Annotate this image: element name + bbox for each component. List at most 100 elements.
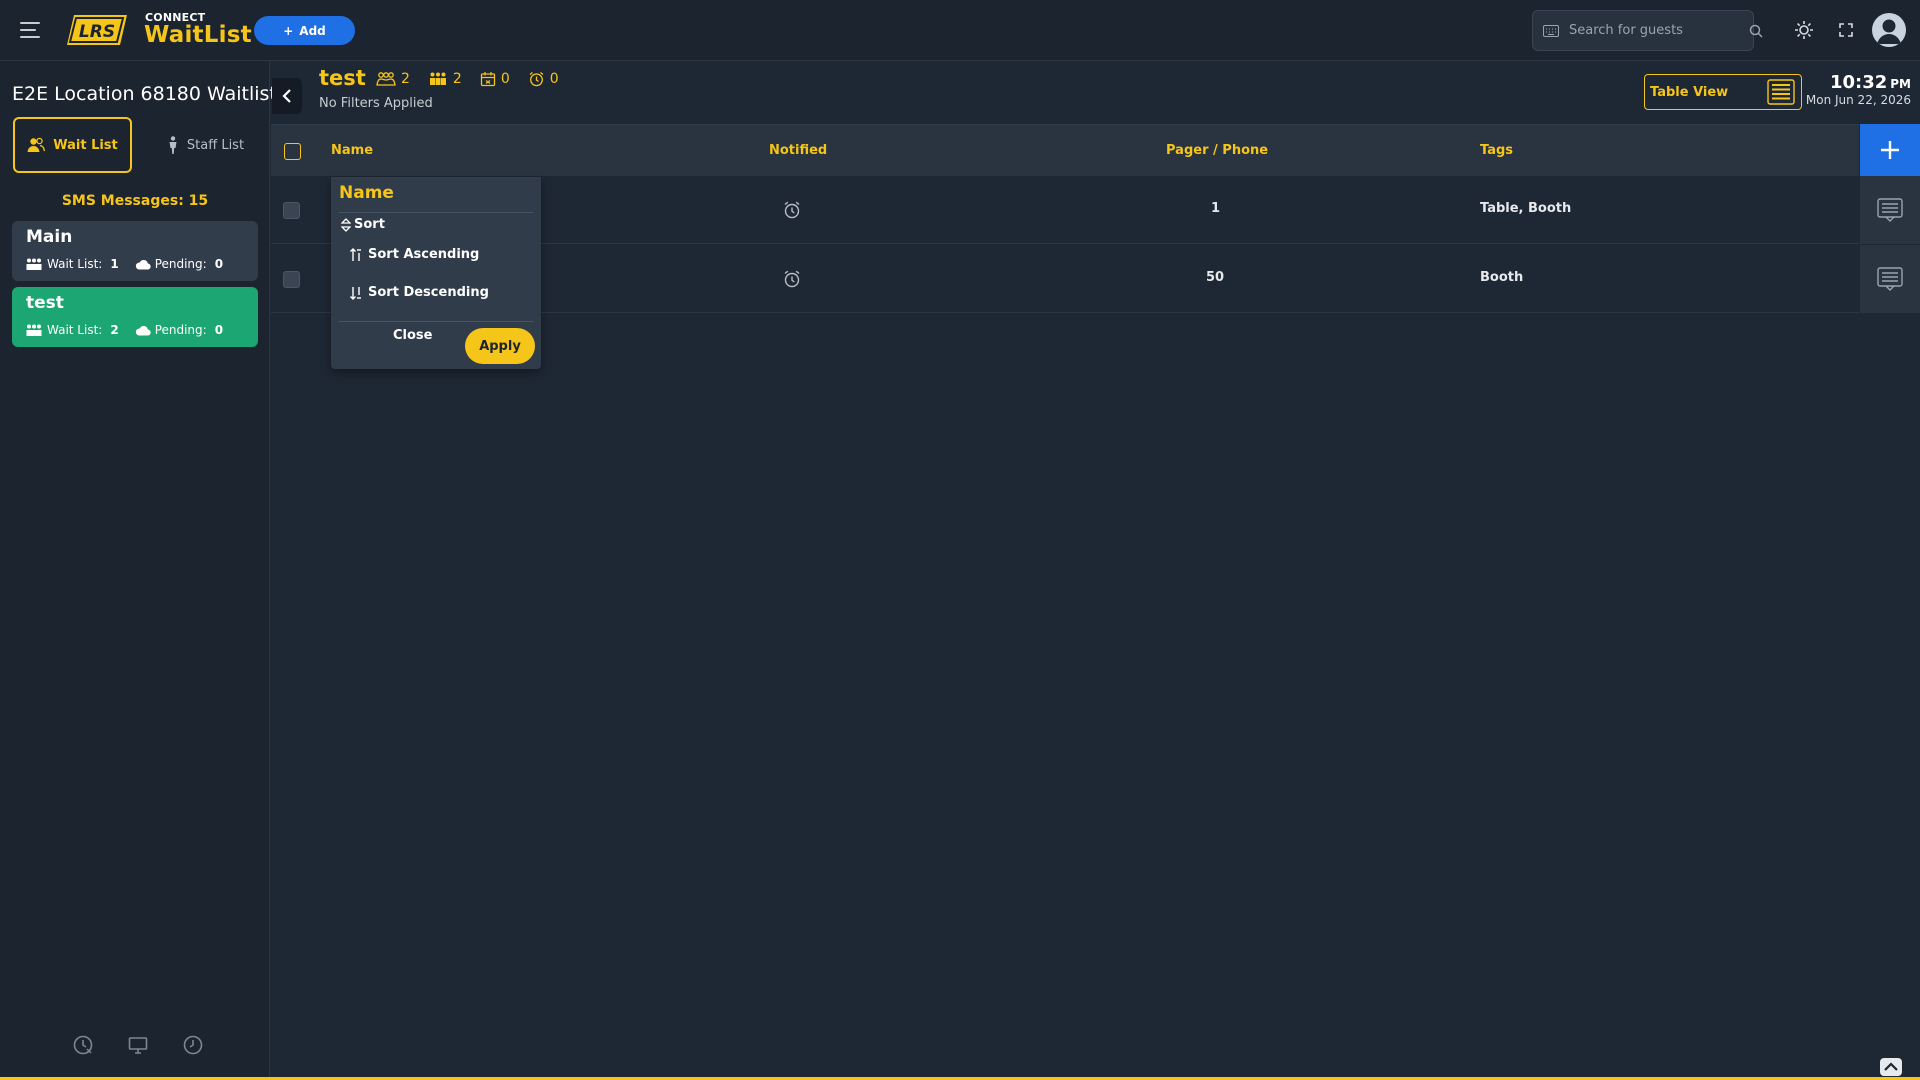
sidebar: E2E Location 68180 Waitlist Wait List St…	[0, 61, 277, 1078]
pager-value: 1	[1211, 201, 1221, 216]
sort-heading: Sort	[341, 217, 385, 232]
monitor-icon[interactable]	[127, 1034, 149, 1056]
waitlist-label: Wait List:	[47, 323, 103, 337]
people-icon	[27, 137, 46, 153]
chevron-up-icon	[1880, 1058, 1902, 1076]
search-icon[interactable]	[1749, 24, 1763, 38]
column-pager-phone[interactable]: Pager / Phone	[1166, 143, 1268, 158]
close-button[interactable]: Close	[393, 328, 432, 343]
apply-button[interactable]: Apply	[465, 328, 535, 364]
waitlist-stats: Wait List: 2 Pending: 0	[25, 323, 235, 337]
sort-ascending-option[interactable]: Sort Ascending	[350, 247, 479, 262]
sort-descending-icon	[350, 286, 362, 300]
scroll-to-top-button[interactable]	[1880, 1058, 1902, 1076]
waitlist-card-test[interactable]: test Wait List: 2 Pending: 0	[12, 287, 258, 347]
search-box	[1532, 10, 1763, 51]
brightness-icon[interactable]	[1794, 20, 1814, 40]
group-icon	[428, 72, 448, 86]
alarm-icon	[528, 71, 545, 87]
group-icon	[25, 324, 43, 337]
current-date: Mon Jun 22, 2026	[1805, 93, 1911, 107]
cloud-icon	[135, 325, 151, 336]
alarm-icon[interactable]	[782, 200, 802, 220]
history-icon[interactable]	[72, 1034, 94, 1056]
table-view-toggle[interactable]: Table View	[1644, 74, 1802, 110]
logo-text: LRS	[79, 22, 115, 42]
column-tags[interactable]: Tags	[1480, 143, 1513, 158]
group-icon	[25, 258, 43, 271]
alarm-icon[interactable]	[782, 269, 802, 289]
row-action-button[interactable]	[1860, 176, 1920, 244]
collapse-sidebar-button[interactable]	[272, 78, 302, 114]
plus-icon	[1878, 138, 1902, 162]
plus-icon: +	[283, 23, 294, 38]
tab-staff-list[interactable]: Staff List	[146, 117, 265, 173]
parties-count: 2	[401, 71, 410, 87]
pending-label: Pending:	[154, 257, 207, 271]
list-title: test	[319, 66, 366, 90]
column-notified[interactable]: Notified	[769, 143, 827, 158]
sort-ascending-icon	[350, 247, 362, 262]
table-view-icon	[1767, 79, 1795, 105]
add-button[interactable]: + Add	[254, 16, 355, 45]
view-label: Table View	[1650, 84, 1729, 100]
row-checkbox[interactable]	[283, 271, 300, 288]
guests-stat: 2	[428, 71, 462, 87]
row-action-button[interactable]	[1860, 245, 1920, 313]
waitlist-count: 1	[110, 257, 119, 271]
sort-descending-option[interactable]: Sort Descending	[350, 285, 489, 300]
sort-ascending-label: Sort Ascending	[368, 247, 480, 262]
sidebar-footer-icons	[72, 1034, 204, 1056]
waitlist-name: Main	[26, 227, 73, 247]
top-bar: LRS CONNECT WaitList + Add	[0, 0, 1920, 61]
clock-icon[interactable]	[182, 1034, 204, 1056]
party-icon	[376, 72, 396, 86]
alarms-count: 0	[549, 71, 559, 87]
pager-value: 50	[1206, 270, 1225, 285]
sort-label: Sort	[354, 217, 385, 232]
menu-icon[interactable]	[19, 19, 41, 41]
current-time: 10:32 PM	[1806, 72, 1911, 93]
waitlist-name: test	[26, 293, 64, 313]
select-all-checkbox[interactable]	[284, 143, 301, 160]
waitlist-count: 2	[110, 323, 119, 337]
brand-waitlist: WaitList	[144, 22, 252, 48]
cloud-icon	[135, 259, 151, 270]
row-checkbox[interactable]	[283, 202, 300, 219]
clock: 10:32 PM Mon Jun 22, 2026	[1806, 72, 1911, 107]
waitlist-card-main[interactable]: Main Wait List: 1 Pending: 0	[12, 221, 258, 281]
reservations-stat: 0	[480, 71, 510, 87]
waitlist-stats: Wait List: 1 Pending: 0	[25, 257, 235, 271]
search-input[interactable]	[1569, 23, 1739, 38]
tab-wait-list[interactable]: Wait List	[13, 117, 132, 173]
tab-label: Wait List	[53, 137, 118, 153]
pending-count: 0	[214, 323, 224, 337]
user-avatar[interactable]	[1872, 13, 1906, 47]
time-value: 10:32	[1829, 72, 1888, 93]
alarms-stat: 0	[528, 71, 559, 87]
keyboard-icon	[1543, 24, 1559, 37]
guests-count: 2	[452, 71, 462, 87]
name-column-sort-popup: Name Sort Sort Ascending Sort Descending…	[331, 177, 541, 369]
chevron-left-icon	[281, 88, 293, 104]
message-icon	[1877, 198, 1903, 222]
pending-label: Pending:	[154, 323, 207, 337]
pending-count: 0	[214, 257, 224, 271]
tab-label: Staff List	[186, 137, 245, 153]
sort-icon	[341, 217, 351, 232]
sort-descending-label: Sort Descending	[368, 285, 489, 300]
tags-value: Table, Booth	[1480, 201, 1572, 216]
column-name[interactable]: Name	[331, 143, 373, 158]
divider	[339, 321, 533, 322]
table-header: Name Notified Pager / Phone Tags	[271, 124, 1859, 176]
list-stats: 2 2 0 0	[376, 71, 559, 87]
parties-stat: 2	[376, 71, 410, 87]
add-guest-button[interactable]	[1860, 124, 1920, 176]
person-icon	[167, 136, 179, 154]
tags-value: Booth	[1480, 270, 1524, 285]
fullscreen-icon[interactable]	[1836, 20, 1856, 40]
divider	[339, 212, 533, 213]
reservations-count: 0	[500, 71, 510, 87]
popup-title: Name	[339, 183, 394, 203]
message-icon	[1877, 267, 1903, 291]
